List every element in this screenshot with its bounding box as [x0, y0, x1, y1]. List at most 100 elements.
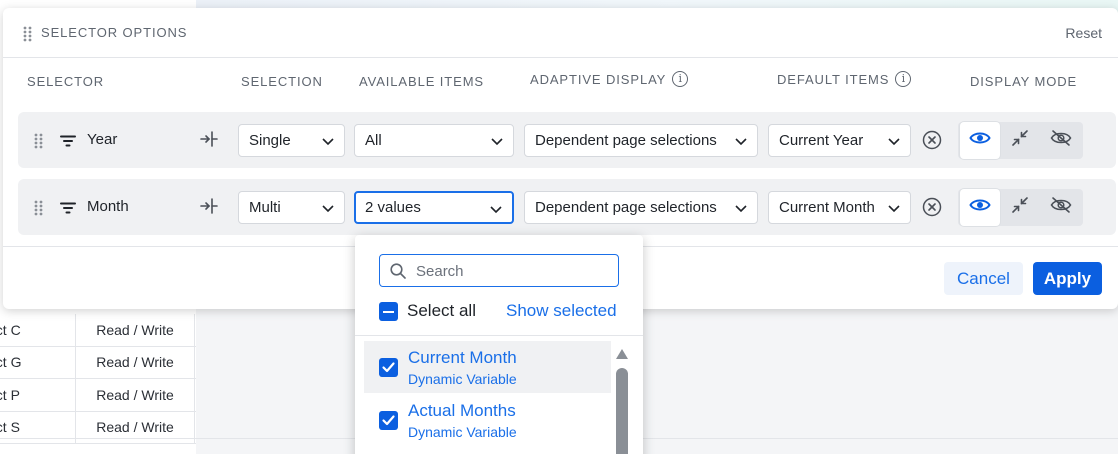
select-all-label[interactable]: Select all: [407, 301, 476, 321]
column-header-label: SELECTOR: [27, 74, 105, 89]
apply-button[interactable]: Apply: [1033, 262, 1102, 295]
adaptive-display-select[interactable]: Dependent page selections: [524, 124, 758, 157]
table-row[interactable]: ect G Read / Write: [0, 346, 196, 379]
selector-name: Year: [87, 131, 118, 148]
chevron-down-icon: [888, 134, 900, 151]
reset-button[interactable]: Reset: [1065, 25, 1102, 41]
column-header-label: DISPLAY MODE: [970, 74, 1078, 89]
column-header-available-items: AVAILABLE ITEMS: [359, 74, 484, 89]
select-value: 2 values: [365, 199, 421, 216]
item-subtitle: Dynamic Variable: [408, 371, 517, 387]
chevron-down-icon: [888, 201, 900, 218]
select-value: Dependent page selections: [535, 199, 717, 216]
table-cell-access: Read / Write: [76, 314, 195, 346]
item-title: Current Month: [408, 348, 517, 367]
item-checkbox[interactable]: [379, 411, 398, 430]
display-mode-collapsed-button[interactable]: [1000, 189, 1040, 226]
table-row[interactable]: ect S Read / Write: [0, 411, 196, 444]
display-mode-visible-button[interactable]: [960, 122, 1000, 159]
clear-default-icon[interactable]: [922, 197, 942, 222]
chevron-down-icon: [735, 201, 747, 218]
chevron-down-icon: [322, 134, 334, 151]
info-icon[interactable]: i: [895, 71, 912, 87]
column-header-label: AVAILABLE ITEMS: [359, 74, 485, 89]
display-mode-toggle: [958, 122, 1083, 159]
list-item[interactable]: Actual Months Dynamic Variable: [364, 394, 611, 446]
display-mode-toggle: [958, 189, 1083, 226]
chevron-down-icon: [735, 134, 747, 151]
column-header-selection: SELECTION: [241, 74, 323, 89]
table-row[interactable]: ect P Read / Write: [0, 379, 196, 412]
drag-handle-icon[interactable]: [34, 200, 44, 221]
default-items-select[interactable]: Current Month: [768, 191, 911, 224]
display-mode-collapsed-button[interactable]: [1000, 122, 1040, 159]
select-value: Current Year: [779, 132, 864, 149]
table-cell-access: Read / Write: [76, 346, 195, 378]
table-cell-name: ect P: [0, 386, 20, 403]
table-cell-name: ect S: [0, 419, 20, 436]
eye-off-icon: [1050, 196, 1072, 219]
table-cell-name: ect C: [0, 321, 21, 338]
search-input[interactable]: [416, 261, 611, 281]
display-mode-hidden-button[interactable]: [1041, 122, 1081, 159]
collapse-icon: [1011, 129, 1029, 152]
clear-default-icon[interactable]: [922, 130, 942, 155]
eye-icon: [969, 130, 991, 151]
select-value: Current Month: [779, 199, 875, 216]
expand-width-icon[interactable]: [199, 130, 219, 153]
selector-name: Month: [87, 198, 129, 215]
display-mode-visible-button[interactable]: [960, 189, 1000, 226]
drag-handle-icon[interactable]: [23, 26, 33, 47]
chevron-down-icon: [490, 202, 502, 219]
selector-row-year: Year Single All Dependent page selection…: [18, 112, 1116, 168]
eye-off-icon: [1050, 129, 1072, 152]
table-cell-access: Read / Write: [76, 411, 195, 443]
chevron-down-icon: [322, 201, 334, 218]
info-icon[interactable]: i: [672, 71, 689, 87]
table-cell-name: ect G: [0, 354, 22, 371]
select-value: Single: [249, 132, 291, 149]
search-icon: [390, 263, 406, 284]
column-header-label: DEFAULT ITEMS: [777, 71, 890, 87]
eye-icon: [969, 197, 991, 218]
select-value: All: [365, 132, 382, 149]
available-items-select[interactable]: All: [354, 124, 514, 157]
scroll-up-arrow-icon[interactable]: [615, 347, 629, 365]
select-all-checkbox[interactable]: [379, 302, 398, 321]
list-item[interactable]: Current Month Dynamic Variable: [364, 341, 611, 393]
chevron-down-icon: [491, 134, 503, 151]
cancel-button[interactable]: Cancel: [944, 262, 1023, 295]
table-cell-access: Read / Write: [76, 379, 195, 411]
background-permissions-table: ect C Read / Write ect G Read / Write ec…: [0, 314, 196, 444]
expand-width-icon[interactable]: [199, 197, 219, 220]
drag-handle-icon[interactable]: [34, 133, 44, 154]
select-value: Multi: [249, 199, 281, 216]
dropdown-divider: [355, 335, 643, 336]
collapse-icon: [1011, 196, 1029, 219]
select-value: Dependent page selections: [535, 132, 717, 149]
item-subtitle: Dynamic Variable: [408, 424, 517, 440]
column-header-display-mode: DISPLAY MODE: [970, 74, 1077, 89]
available-items-dropdown: Select all Show selected Current Month D…: [355, 235, 643, 454]
item-title: Actual Months: [408, 401, 516, 420]
selector-row-month: Month Multi 2 values Dependent page sele…: [18, 179, 1116, 235]
adaptive-display-select[interactable]: Dependent page selections: [524, 191, 758, 224]
scrollbar-thumb[interactable]: [616, 368, 628, 454]
available-items-select[interactable]: 2 values: [354, 191, 514, 224]
filter-icon: [60, 134, 76, 152]
selection-type-select[interactable]: Multi: [238, 191, 345, 224]
column-header-label: SELECTION: [241, 74, 323, 89]
selection-type-select[interactable]: Single: [238, 124, 345, 157]
item-checkbox[interactable]: [379, 358, 398, 377]
table-row[interactable]: ect C Read / Write: [0, 314, 196, 347]
display-mode-hidden-button[interactable]: [1041, 189, 1081, 226]
search-field[interactable]: [379, 254, 619, 287]
dialog-title: SELECTOR OPTIONS: [41, 25, 188, 40]
default-items-select[interactable]: Current Year: [768, 124, 911, 157]
column-header-default-items: DEFAULT ITEMS i: [777, 71, 912, 87]
column-header-selector: SELECTOR: [27, 74, 104, 89]
column-header-label: ADAPTIVE DISPLAY: [530, 71, 667, 87]
filter-icon: [60, 201, 76, 219]
show-selected-link[interactable]: Show selected: [506, 301, 617, 321]
dialog-header: SELECTOR OPTIONS Reset: [3, 8, 1118, 58]
